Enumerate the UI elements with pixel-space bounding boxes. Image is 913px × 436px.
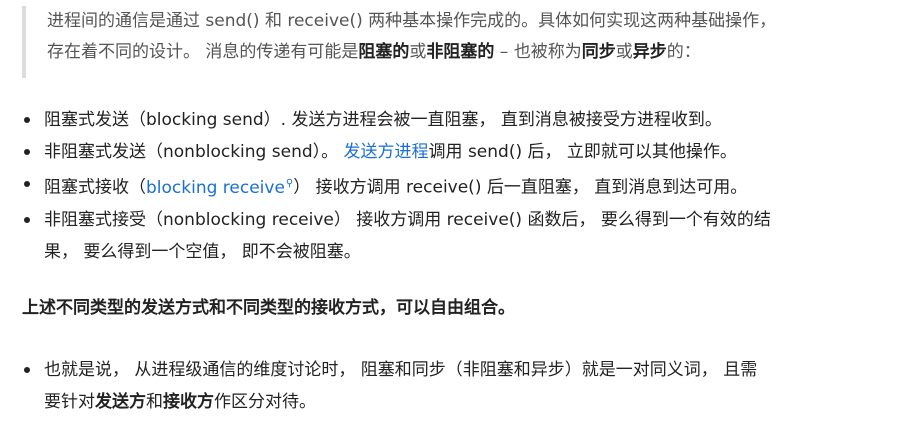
list-item: 阻塞式接收（blocking receive⚲） 接收方调用 receive()…	[22, 168, 892, 204]
list-item: 非阻塞式发送（nonblocking send）。 发送方进程调用 send()…	[22, 136, 892, 168]
bullet-dot	[24, 367, 30, 373]
bullet-list: 阻塞式发送（blocking send）. 发送方进程会被一直阻塞， 直到消息被…	[22, 104, 892, 268]
quote-line-1: 进程间的通信是通过 send() 和 receive() 两种基本操作完成的。具…	[47, 11, 777, 31]
list-item-text: 阻塞式接收（	[44, 177, 146, 198]
bullet-dot	[24, 216, 30, 223]
article-page: 进程间的通信是通过 send() 和 receive() 两种基本操作完成的。具…	[0, 0, 913, 436]
list-item-text: 阻塞式发送（blocking send）. 发送方进程会被一直阻塞， 直到消息被…	[44, 110, 722, 130]
bold-receiver: 接收方	[163, 392, 214, 412]
list-item-text: ） 接收方调用 receive() 后一直阻塞， 直到消息到达可用。	[293, 177, 748, 198]
bold-sender: 发送方	[95, 392, 146, 412]
quote-text: 存在着不同的设计。 消息的传递有可能是	[47, 42, 359, 62]
list-item-text: 非阻塞式接受（nonblocking receive） 接收方调用 receiv…	[44, 209, 771, 230]
link-text: blocking receive	[146, 177, 285, 198]
bullet-dot	[24, 181, 30, 187]
list-item: 阻塞式发送（blocking send）. 发送方进程会被一直阻塞， 直到消息被…	[22, 104, 892, 136]
bold-nonblocking: 非阻塞的	[426, 42, 495, 62]
bullet-dot	[24, 117, 30, 123]
quote-mid: – 也被称为	[494, 42, 582, 62]
link-blocking-receive[interactable]: blocking receive⚲	[146, 178, 293, 198]
bold-sync: 同步	[581, 42, 616, 62]
list-item-text: 调用 send() 后， 立即就可以其他操作。	[428, 142, 737, 162]
list-item-text: 要针对	[44, 392, 95, 412]
quote-end: 的：	[666, 42, 701, 62]
bold-async: 异步	[632, 42, 667, 62]
link-sender-process[interactable]: 发送方进程	[344, 142, 429, 162]
list-item-text: 果， 要么得到一个空值， 即不会被阻塞。	[44, 241, 361, 262]
quote-or: 或	[615, 42, 633, 62]
list-item: 也就是说， 从进程级通信的维度讨论时， 阻塞和同步（非阻塞和异步）就是一对同义词…	[22, 354, 892, 418]
blockquote: 进程间的通信是通过 send() 和 receive() 两种基本操作完成的。具…	[22, 6, 892, 78]
section-heading: 上述不同类型的发送方式和不同类型的接收方式，可以自由组合。	[22, 298, 515, 318]
quote-or: 或	[409, 42, 427, 62]
bullet-dot	[24, 149, 30, 155]
list-item-text: 也就是说， 从进程级通信的维度讨论时， 阻塞和同步（非阻塞和异步）就是一对同义词…	[44, 360, 758, 380]
bold-blocking: 阻塞的	[358, 42, 410, 62]
list-item-text: 非阻塞式发送（nonblocking send）。	[44, 142, 344, 162]
list-item: 非阻塞式接受（nonblocking receive） 接收方调用 receiv…	[22, 204, 892, 268]
list-item-text: 和	[146, 392, 163, 412]
bullet-list: 也就是说， 从进程级通信的维度讨论时， 阻塞和同步（非阻塞和异步）就是一对同义词…	[22, 354, 892, 418]
list-item-text: 作区分对待。	[214, 392, 316, 412]
quote-line-2: 存在着不同的设计。 消息的传递有可能是阻塞的或非阻塞的 – 也被称为同步或异步的…	[47, 37, 892, 68]
